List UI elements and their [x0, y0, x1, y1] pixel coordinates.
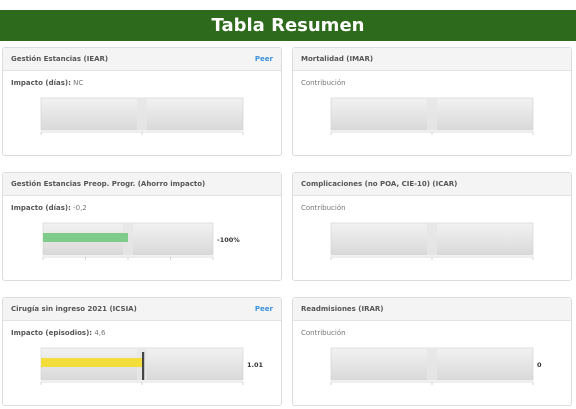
bullet-chart: 012 [330, 97, 534, 135]
card-complicaciones: Complicaciones (no POA, CIE-10) (ICAR) C… [292, 172, 572, 281]
bullet-chart: 012 [330, 222, 534, 260]
card-estancias-preop: Gestión Estancias Preop. Progr. (Ahorro … [2, 172, 282, 281]
value-bar [41, 358, 144, 367]
value-bar [43, 233, 128, 242]
card-gestion-estancias: Gestión Estancias (IEAR) Peer Impacto (d… [2, 47, 282, 156]
gauge-band [427, 348, 437, 380]
bullet-chart: -100%-50%0%50%100%-100% [42, 222, 240, 260]
bullet-chart: 012 [40, 97, 244, 135]
value-label: 1.01 [247, 361, 264, 369]
target-marker [142, 352, 145, 380]
card-mortalidad: Mortalidad (IMAR) Contribución 012 [292, 47, 572, 156]
card-cirugia-sin-ingreso: Cirugía sin ingreso 2021 (ICSIA) Peer Im… [2, 297, 282, 406]
card-readmisiones: Readmisiones (IRAR) Contribución 0120 [292, 297, 572, 406]
value-label: 0 [537, 361, 542, 369]
page-title: Tabla Resumen [0, 10, 576, 41]
bullet-chart: 0120 [330, 347, 542, 385]
gauge-band [427, 223, 437, 255]
value-label: -100% [217, 236, 240, 244]
gauge-band [427, 98, 437, 130]
bullet-chart: 0121.01 [40, 347, 264, 385]
gauge-band [137, 98, 147, 130]
